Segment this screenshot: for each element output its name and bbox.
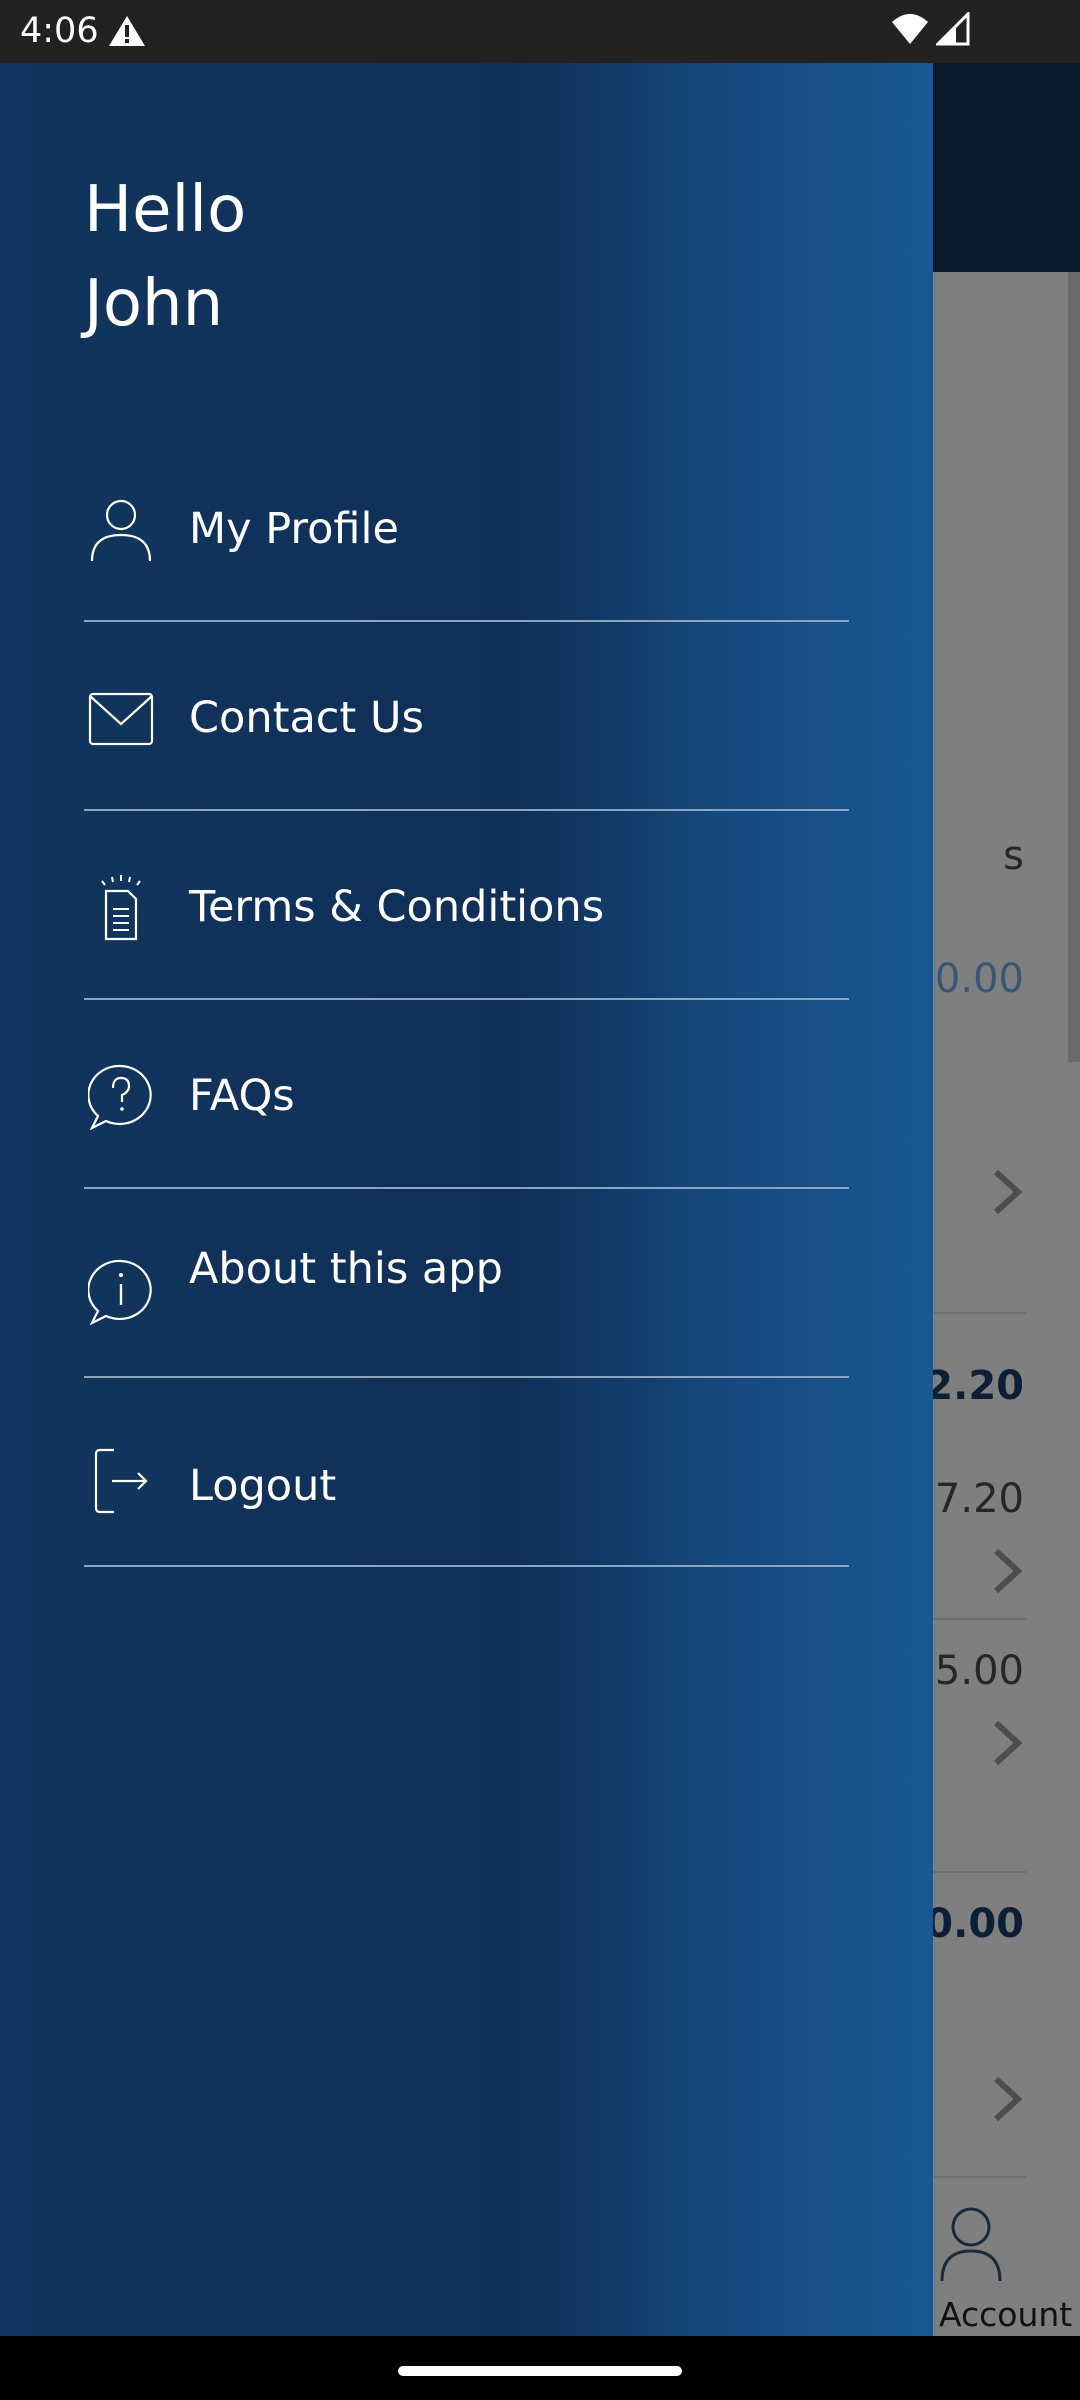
background-divider [930, 2176, 1026, 2178]
question-bubble-icon [88, 1064, 152, 1130]
status-time: 4:06 [20, 11, 99, 51]
menu-item-terms-conditions[interactable]: Terms & Conditions [84, 811, 849, 1000]
menu-item-label: About this app [189, 1244, 503, 1294]
background-divider [930, 1871, 1026, 1873]
background-divider [930, 1312, 1026, 1314]
tab-account-label: Account [939, 2295, 1073, 2334]
menu-item-label: My Profile [189, 504, 399, 554]
system-navigation-bar [0, 2336, 1080, 2400]
chevron-right-icon [993, 1169, 1023, 1215]
menu-item-contact-us[interactable]: Contact Us [84, 622, 849, 811]
menu-item-label: Contact Us [189, 693, 424, 743]
background-scrollbar [1068, 272, 1080, 1062]
logout-icon [94, 1448, 148, 1514]
chevron-right-icon [993, 1548, 1023, 1594]
menu-item-about-this-app[interactable]: About this app [84, 1189, 849, 1378]
status-bar: 4:06 [0, 0, 1080, 63]
alert-icon [109, 16, 145, 46]
menu-item-label: Logout [189, 1461, 337, 1511]
menu-item-logout[interactable]: Logout [84, 1378, 849, 1567]
account-icon [940, 2207, 1002, 2282]
signal-icon [936, 12, 970, 46]
drawer-menu: My Profile Contact Us Terms & Conditions… [84, 433, 849, 1567]
menu-item-label: Terms & Conditions [189, 882, 605, 932]
info-bubble-icon [88, 1259, 152, 1325]
navigation-drawer: Hello John My Profile Contact Us Terms &… [0, 63, 933, 2336]
chevron-right-icon [993, 1720, 1023, 1766]
greeting-user-name: John [84, 267, 224, 341]
user-icon [90, 499, 152, 562]
mail-icon [88, 692, 154, 746]
background-divider [930, 1618, 1026, 1620]
document-icon [101, 875, 141, 941]
menu-item-label: FAQs [189, 1071, 295, 1121]
menu-item-faqs[interactable]: FAQs [84, 1000, 849, 1189]
wifi-icon [892, 14, 928, 44]
chevron-right-icon [993, 2076, 1023, 2122]
menu-item-my-profile[interactable]: My Profile [84, 433, 849, 622]
background-partial-text: s [1003, 833, 1024, 879]
greeting: Hello John [84, 163, 246, 351]
greeting-hello: Hello [84, 173, 247, 247]
home-handle[interactable] [398, 2366, 682, 2376]
